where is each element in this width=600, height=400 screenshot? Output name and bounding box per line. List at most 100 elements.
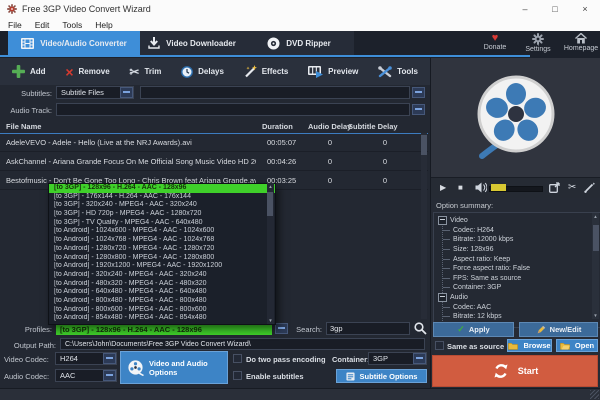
scroll-down-icon[interactable]: ▼ [268, 318, 272, 323]
profile-option[interactable]: [to 3GP] - 320x240 - MPEG4 - AAC - 320x2… [49, 201, 275, 210]
profile-option[interactable]: [to Android] - 854x480 - MPEG4 - AAC - 8… [49, 314, 275, 323]
summary-scrollbar-thumb[interactable] [593, 225, 599, 251]
file-table-header: File Name Duration Audio Delay Subtitle … [0, 119, 428, 134]
plus-icon [12, 65, 25, 78]
video-codec-label: Video Codec: [4, 355, 49, 364]
profile-option[interactable]: [to Android] - 1024x600 - MPEG4 - AAC - … [49, 227, 275, 236]
trim-clip-icon[interactable]: ✂ [568, 181, 576, 194]
dropdown-icon[interactable] [412, 104, 425, 115]
menu-item[interactable]: Tools [62, 20, 82, 30]
container-label: Container: [332, 355, 370, 364]
profile-option[interactable]: [to Android] - 800x600 - MPEG4 - AAC - 8… [49, 306, 275, 315]
volume-slider-thumb[interactable] [491, 184, 506, 191]
col-duration: Duration [262, 122, 293, 131]
collapse-icon[interactable] [438, 216, 447, 225]
app-window: Free 3GP Video Convert Wizard – □ × File… [0, 0, 600, 400]
va-options-label: Video and Audio Options [149, 359, 221, 377]
profile-option[interactable]: [to 3GP] - 128x96 - H.264 - AAC - 128x96 [49, 184, 275, 193]
tree-item: Aspect ratio: Keep [443, 254, 600, 264]
profile-option[interactable]: [to Android] - 480x320 - MPEG4 - AAC - 4… [49, 280, 275, 289]
profile-option[interactable]: [to Android] - 1920x1200 - MPEG4 - AAC -… [49, 262, 275, 271]
collapse-icon[interactable] [438, 293, 447, 302]
option-summary-tree: Video Codec: H264Bitrate: 12000 kbpsSize… [433, 212, 600, 328]
menu-item[interactable]: Help [95, 20, 112, 30]
profiles-label: Profiles: [0, 325, 52, 334]
open-button[interactable]: Open [556, 339, 598, 352]
search-label: Search: [284, 325, 322, 334]
two-pass-checkbox[interactable] [233, 354, 242, 363]
dropdown-icon[interactable] [103, 370, 116, 381]
profile-option[interactable]: [to Android] - 320x240 - MPEG4 - AAC - 3… [49, 271, 275, 280]
tab-label: DVD Ripper [286, 39, 330, 48]
profiles-combo[interactable]: [to 3GP] - 128x96 - H.264 - AAC - 128x96 [56, 323, 272, 335]
col-file-name: File Name [6, 122, 41, 131]
x-icon: × [65, 66, 73, 78]
file-duration: 00:05:07 [267, 138, 296, 147]
new-edit-button[interactable]: New/Edit [519, 322, 598, 337]
dropdown-icon[interactable] [103, 353, 116, 364]
profile-option[interactable]: [to Android] - 1024x768 - MPEG4 - AAC - … [49, 236, 275, 245]
tree-item: Container: 3GP [443, 283, 600, 293]
snapshot-pen-icon[interactable] [584, 182, 595, 193]
dropdown-icon[interactable] [413, 353, 426, 364]
scrollbar-thumb[interactable] [421, 135, 427, 155]
add-label: Add [30, 67, 46, 76]
profile-option[interactable]: [to Android] - 640x480 - MPEG4 - AAC - 6… [49, 288, 275, 297]
delays-button[interactable]: Delays [181, 66, 224, 78]
app-icon [7, 4, 17, 14]
start-button[interactable]: Start [432, 355, 598, 387]
profile-option[interactable]: [to 3GP] - 176x144 - H.264 - AAC - 176x1… [49, 193, 275, 202]
menu-item[interactable]: File [8, 20, 22, 30]
scroll-up-icon[interactable]: ▲ [268, 184, 272, 189]
search-icon[interactable] [414, 322, 427, 335]
stop-button[interactable]: ■ [458, 181, 463, 194]
audio-track-combo[interactable] [56, 103, 410, 116]
popout-icon[interactable] [549, 182, 560, 193]
file-name: AskChannel - Ariana Grande Focus On Me O… [6, 157, 256, 166]
gear-icon [532, 33, 544, 45]
subtitle-file-combo[interactable] [140, 86, 410, 99]
close-button[interactable]: × [570, 0, 600, 18]
resize-grip-icon[interactable] [590, 390, 599, 399]
tab-video-audio-converter[interactable]: Video/Audio Converter [8, 31, 140, 55]
preview-button[interactable]: Preview [308, 66, 358, 78]
minimize-button[interactable]: – [510, 0, 540, 18]
menu-item[interactable]: Edit [35, 20, 50, 30]
effects-button[interactable]: Effects [244, 65, 289, 78]
tools-button[interactable]: Tools [378, 66, 418, 78]
output-path-field[interactable]: C:\Users\John\Documents\Free 3GP Video C… [60, 338, 425, 350]
scroll-down-icon[interactable]: ▼ [593, 313, 597, 318]
table-row[interactable]: AskChannel - Ariana Grande Focus On Me O… [0, 152, 428, 171]
homepage-button[interactable]: Homepage [556, 33, 600, 52]
profile-option[interactable]: [to Android] - 1280x720 - MPEG4 - AAC - … [49, 245, 275, 254]
dropdown-icon[interactable] [412, 87, 425, 98]
subtitle-options-button[interactable]: Subtitle Options [336, 369, 427, 383]
apply-button[interactable]: ✓ Apply [433, 322, 514, 337]
dropdown-icon[interactable] [120, 87, 133, 98]
popup-scrollbar-thumb[interactable] [267, 192, 273, 216]
col-audio-delay: Audio Delay [308, 122, 351, 131]
remove-button[interactable]: × Remove [65, 66, 109, 78]
tab-dvd-ripper[interactable]: DVD Ripper [244, 31, 354, 55]
profile-option[interactable]: [to 3GP] - TV Quality - MPEG4 - AAC - 64… [49, 219, 275, 228]
profile-option[interactable]: [to Android] - 1280x800 - MPEG4 - AAC - … [49, 254, 275, 263]
table-row[interactable]: AdeleVEVO - Adele - Hello (Live at the N… [0, 133, 428, 152]
enable-subtitles-checkbox[interactable] [233, 371, 242, 380]
scroll-up-icon[interactable]: ▲ [593, 214, 597, 219]
volume-icon[interactable] [475, 182, 487, 193]
file-list-scrollbar[interactable] [421, 133, 427, 319]
file-audio-delay: 0 [306, 157, 354, 166]
maximize-button[interactable]: □ [540, 0, 570, 18]
trim-button[interactable]: ✂ Trim [129, 66, 161, 78]
toolbar: Add × Remove ✂ Trim Delays Effects Previ… [0, 58, 430, 85]
play-button[interactable]: ▶ [440, 181, 446, 194]
browse-button[interactable]: Browse [507, 339, 552, 352]
video-audio-options-button[interactable]: Video and Audio Options [120, 351, 228, 384]
add-button[interactable]: Add [12, 65, 46, 78]
video-preview-area [431, 58, 600, 177]
profile-option[interactable]: [to 3GP] - HD 720p - MPEG4 - AAC - 1280x… [49, 210, 275, 219]
tab-video-downloader[interactable]: Video Downloader [140, 31, 244, 55]
search-input[interactable] [326, 322, 410, 335]
same-as-source-checkbox[interactable] [435, 341, 444, 350]
profile-option[interactable]: [to Android] - 800x480 - MPEG4 - AAC - 8… [49, 297, 275, 306]
